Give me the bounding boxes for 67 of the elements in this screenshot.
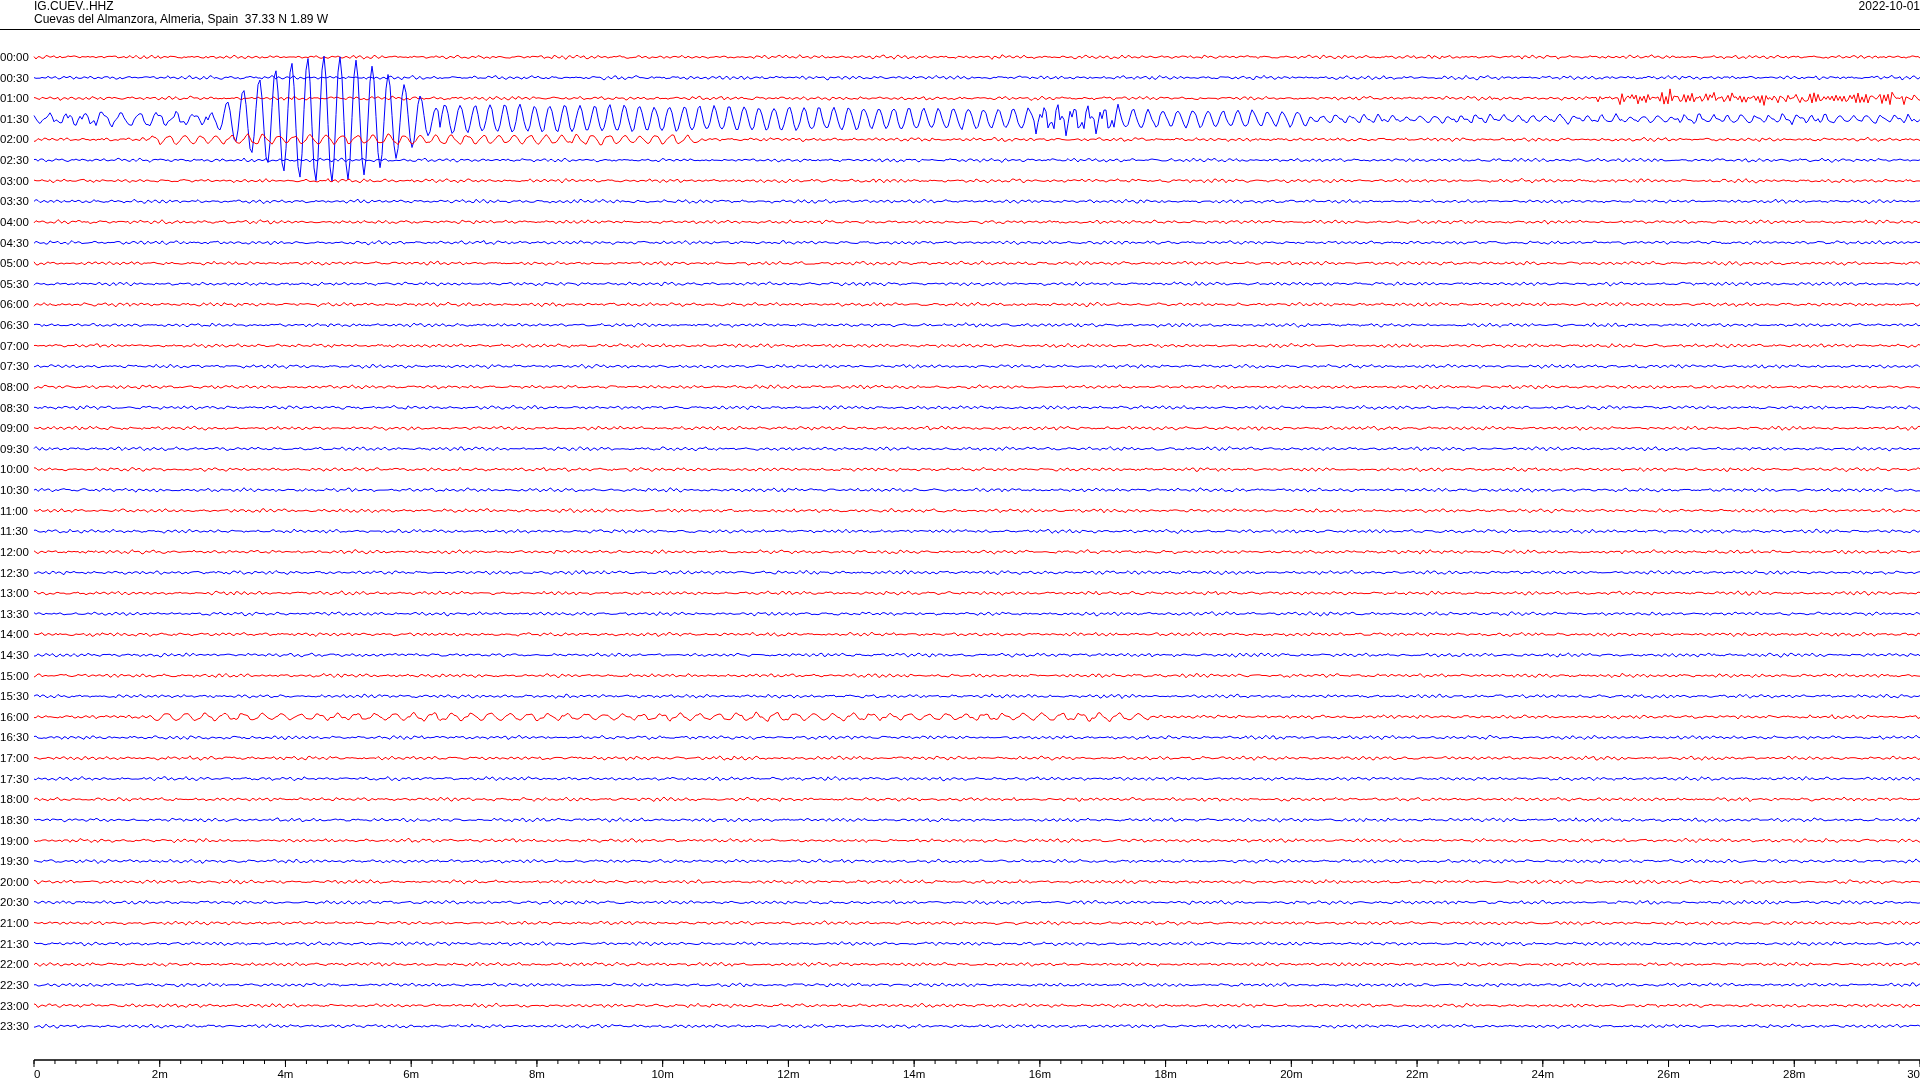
- axis-label: 16m: [1028, 1068, 1052, 1079]
- time-label: 21:30: [0, 937, 29, 950]
- time-label: 07:30: [0, 360, 29, 373]
- time-label: 18:00: [0, 793, 29, 806]
- time-label: 11:30: [0, 525, 28, 538]
- time-label: 12:30: [0, 566, 29, 579]
- time-label: 23:30: [0, 1020, 29, 1033]
- time-label: 21:00: [0, 917, 29, 930]
- time-label: 05:30: [0, 277, 29, 290]
- axis-label: 20m: [1280, 1068, 1303, 1079]
- time-label: 20:30: [0, 896, 29, 909]
- time-label: 16:00: [0, 710, 29, 723]
- time-label: 16:30: [0, 731, 29, 744]
- time-label: 03:00: [0, 174, 29, 187]
- time-label: 20:00: [0, 875, 29, 888]
- time-label: 14:30: [0, 649, 29, 661]
- axis-label: 28m: [1783, 1068, 1806, 1079]
- axis-label: 4m: [277, 1068, 294, 1079]
- time-label: 15:00: [0, 669, 29, 682]
- axis-label: 12m: [777, 1068, 800, 1079]
- time-label: 11:00: [0, 504, 28, 517]
- time-label: 02:30: [0, 154, 29, 167]
- time-label: 10:30: [0, 484, 29, 496]
- axis-label: 0: [34, 1068, 41, 1079]
- axis-label: 22m: [1405, 1068, 1429, 1079]
- station-location: Cuevas del Almanzora, Almeria, Spain 37.33 N 1.89 W: [34, 13, 329, 26]
- time-label: 10:00: [0, 463, 29, 476]
- axis-label: 24m: [1531, 1068, 1554, 1079]
- time-label: 06:00: [0, 298, 29, 311]
- time-label: 19:30: [0, 855, 29, 868]
- time-label: 01:00: [0, 92, 29, 105]
- time-label: 19:00: [0, 834, 29, 847]
- axis-label: 14m: [902, 1068, 926, 1079]
- axis-label: 2m: [151, 1068, 168, 1079]
- time-label: 17:30: [0, 772, 29, 785]
- time-label: 17:00: [0, 752, 29, 765]
- time-label: 02:00: [0, 133, 29, 146]
- axis-label: 18m: [1154, 1068, 1177, 1079]
- time-label: 07:00: [0, 339, 29, 352]
- time-label: 01:30: [0, 112, 29, 125]
- time-label: 03:30: [0, 195, 29, 208]
- time-label: 18:30: [0, 813, 29, 826]
- time-label: 00:00: [0, 51, 29, 63]
- time-label: 23:00: [0, 999, 29, 1012]
- time-label: 13:30: [0, 607, 29, 620]
- station-code: IG.CUEV..HHZ: [34, 0, 115, 13]
- time-label: 13:00: [0, 587, 29, 600]
- axis-label: 8m: [528, 1068, 545, 1079]
- time-label: 14:00: [0, 628, 29, 641]
- axis-label: 10m: [651, 1068, 674, 1079]
- time-label: 09:00: [0, 422, 29, 435]
- time-label: 09:30: [0, 442, 29, 455]
- time-label: 04:30: [0, 236, 29, 249]
- time-label: 08:00: [0, 380, 29, 393]
- time-label: 12:00: [0, 545, 29, 558]
- date-label: 2022-10-01: [1858, 0, 1920, 13]
- time-label: 15:30: [0, 690, 29, 703]
- time-label: 05:00: [0, 257, 29, 270]
- time-label: 04:00: [0, 215, 29, 228]
- axis-label: 30: [1907, 1068, 1920, 1079]
- time-label: 22:30: [0, 978, 29, 991]
- time-label: 00:30: [0, 71, 29, 84]
- time-label: 22:00: [0, 958, 29, 971]
- axis-label: 6m: [403, 1068, 420, 1079]
- axis-label: 26m: [1657, 1068, 1680, 1079]
- time-label: 06:30: [0, 319, 29, 332]
- time-label: 08:30: [0, 401, 29, 414]
